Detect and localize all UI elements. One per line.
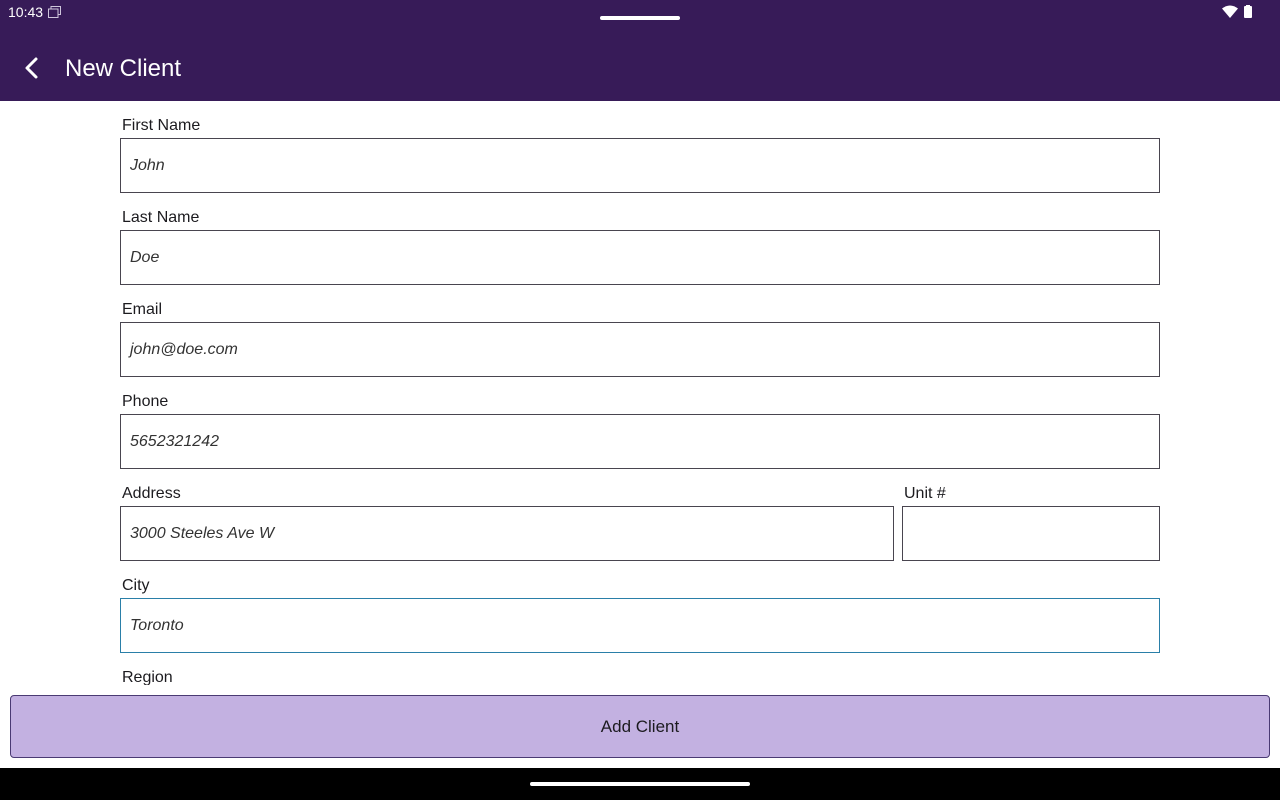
status-time: 10:43	[8, 4, 44, 20]
unit-field[interactable]	[902, 506, 1160, 561]
email-label: Email	[122, 301, 163, 318]
add-client-button[interactable]: Add Client	[10, 695, 1270, 758]
city-field[interactable]: Toronto	[120, 598, 1160, 653]
address-field[interactable]: 3000 Steeles Ave W	[120, 506, 894, 561]
wifi-icon	[1222, 5, 1238, 18]
app-bar: New Client	[0, 30, 1280, 101]
first-name-field[interactable]: John	[120, 138, 1160, 193]
unit-label: Unit #	[904, 485, 946, 502]
phone-label: Phone	[122, 393, 169, 410]
last-name-label: Last Name	[122, 209, 200, 226]
screen-icon	[48, 6, 61, 18]
first-name-value: John	[130, 156, 165, 174]
page-title: New Client	[65, 55, 182, 82]
back-button[interactable]	[14, 50, 50, 86]
region-label: Region	[122, 669, 173, 685]
battery-icon	[1244, 5, 1252, 18]
add-client-label: Add Client	[600, 716, 680, 736]
phone-value: 5652321242	[130, 432, 219, 450]
address-label: Address	[122, 485, 181, 502]
phone-field[interactable]: 5652321242	[120, 414, 1160, 469]
home-handle[interactable]	[530, 782, 750, 786]
status-bar: 10:43	[0, 0, 1280, 30]
first-name-label: First Name	[122, 117, 201, 134]
address-value: 3000 Steeles Ave W	[130, 524, 275, 542]
last-name-value: Doe	[130, 248, 160, 266]
city-label: City	[122, 577, 150, 594]
city-value: Toronto	[130, 616, 184, 634]
last-name-field[interactable]: Doe	[120, 230, 1160, 285]
status-handle	[600, 16, 680, 20]
email-field[interactable]: john@doe.com	[120, 322, 1160, 377]
chevron-left-icon	[25, 57, 38, 79]
email-value: john@doe.com	[130, 340, 238, 358]
client-form: First Name John Last Name Doe Email john…	[0, 101, 1280, 685]
navigation-bar	[0, 768, 1280, 800]
